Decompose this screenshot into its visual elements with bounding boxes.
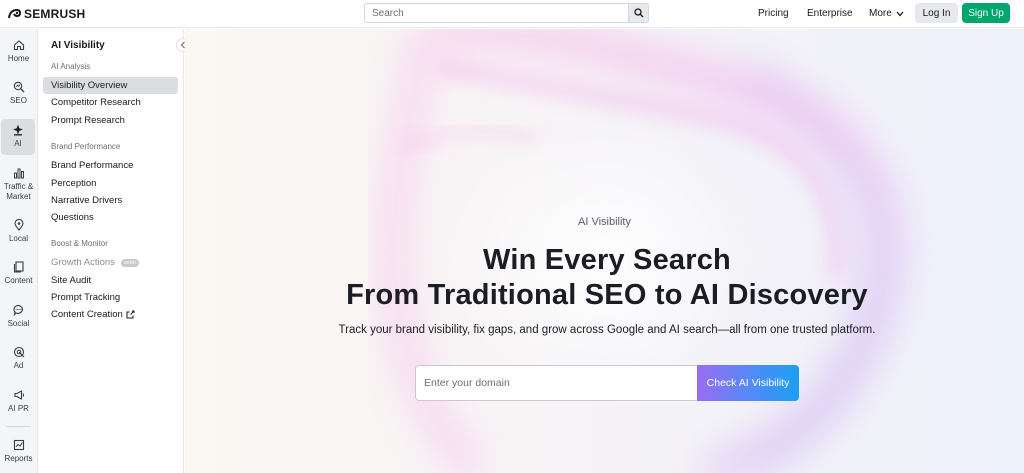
rail-label-market: Market: [6, 192, 31, 201]
growth-actions-label: Growth Actions: [51, 257, 115, 268]
rail-label-ad: Ad: [13, 361, 24, 370]
nav-more-label: More: [869, 8, 892, 19]
search-button[interactable]: [628, 3, 649, 23]
sidebar-item-questions[interactable]: Questions: [51, 212, 94, 223]
nav-pricing-link[interactable]: Pricing: [758, 8, 789, 19]
ai-visibility-sidebar: AI Visibility AI Analysis Visibility Ove…: [39, 29, 190, 473]
home-icon: [13, 40, 24, 51]
sidebar-item-site-audit[interactable]: Site Audit: [51, 275, 91, 286]
rail-item-traffic-market[interactable]: Traffic & Market: [0, 167, 37, 202]
rail-divider: [6, 426, 31, 427]
rail-label-ai: AI: [14, 139, 22, 148]
check-ai-visibility-button[interactable]: Check AI Visibility: [697, 365, 799, 401]
sidebar-title: AI Visibility: [51, 40, 105, 51]
rail-item-ad[interactable]: Ad: [0, 346, 37, 371]
logo-wordmark: SEMRUSH: [24, 7, 86, 21]
rail-label-content: Content: [4, 276, 33, 285]
rail-label-traffic: Traffic &: [3, 182, 34, 191]
document-icon: [13, 261, 24, 273]
chevron-down-icon: [896, 11, 904, 16]
megaphone-icon: [13, 390, 24, 400]
nav-enterprise-link[interactable]: Enterprise: [807, 8, 853, 19]
chat-bubble-icon: [12, 304, 23, 316]
sidebar-item-visibility-overview[interactable]: Visibility Overview: [43, 77, 178, 94]
rail-item-ai[interactable]: AI: [1, 119, 35, 155]
rail-item-content[interactable]: Content: [0, 261, 37, 286]
report-chart-icon: [13, 439, 24, 451]
map-pin-icon: [13, 219, 24, 231]
domain-input[interactable]: [415, 365, 697, 401]
sidebar-item-perception[interactable]: Perception: [51, 178, 96, 189]
sidebar-item-prompt-research[interactable]: Prompt Research: [51, 115, 125, 126]
hero-eyebrow: AI Visibility: [578, 216, 631, 228]
sidebar-item-growth-actions[interactable]: Growth Actions soon: [51, 257, 139, 268]
domain-check-form: Check AI Visibility: [415, 365, 799, 401]
group-boost-monitor: Boost & Monitor: [51, 239, 108, 248]
semrush-logo-icon: [8, 8, 21, 19]
rail-label-home: Home: [7, 54, 30, 63]
rail-item-seo[interactable]: SEO: [0, 81, 37, 106]
seo-search-icon: [13, 81, 24, 93]
rail-label-local: Local: [8, 234, 29, 243]
ai-sparkle-icon: [13, 124, 23, 136]
hero-section: AI Visibility Win Every Search From Trad…: [185, 29, 1024, 473]
hero-headline-line1: Win Every Search: [483, 244, 731, 276]
rail-label-reports: Reports: [4, 454, 33, 463]
rail-item-social[interactable]: Social: [0, 304, 37, 329]
soon-badge: soon: [120, 258, 139, 267]
rail-item-local[interactable]: Local: [0, 219, 37, 244]
content-creation-label: Content Creation: [51, 309, 123, 320]
bar-chart-icon: [13, 168, 24, 179]
rail-label-ai-pr: AI PR: [8, 404, 29, 413]
rail-item-ai-pr[interactable]: AI PR: [0, 389, 37, 414]
global-search: [364, 3, 649, 23]
tool-rail: Home SEO AI Traffic & Market Local Conte…: [0, 29, 38, 473]
group-brand-performance: Brand Performance: [51, 142, 121, 151]
rail-label-social: Social: [7, 319, 30, 328]
search-input[interactable]: [364, 3, 628, 23]
rail-label-seo: SEO: [10, 96, 27, 105]
target-icon: [13, 346, 24, 358]
rail-item-reports[interactable]: Reports: [0, 439, 37, 464]
nav-more-menu[interactable]: More: [869, 8, 904, 19]
rail-item-home[interactable]: Home: [0, 39, 37, 64]
semrush-logo[interactable]: SEMRUSH: [8, 7, 85, 21]
external-link-icon: [126, 310, 135, 319]
hero-headline-line2: From Traditional SEO to AI Discovery: [346, 279, 868, 311]
sidebar-item-competitor-research[interactable]: Competitor Research: [51, 97, 141, 108]
top-bar: SEMRUSH Pricing Enterprise More Log In S…: [0, 0, 1024, 28]
group-ai-analysis: AI Analysis: [51, 62, 91, 71]
sidebar-item-brand-performance[interactable]: Brand Performance: [51, 160, 133, 171]
search-icon: [633, 8, 643, 18]
login-button[interactable]: Log In: [915, 3, 958, 23]
signup-button[interactable]: Sign Up: [962, 3, 1010, 23]
sidebar-item-content-creation[interactable]: Content Creation: [51, 309, 135, 320]
sidebar-item-prompt-tracking[interactable]: Prompt Tracking: [51, 292, 120, 303]
sidebar-item-narrative-drivers[interactable]: Narrative Drivers: [51, 195, 122, 206]
hero-lead: Track your brand visibility, fix gaps, a…: [338, 324, 876, 336]
